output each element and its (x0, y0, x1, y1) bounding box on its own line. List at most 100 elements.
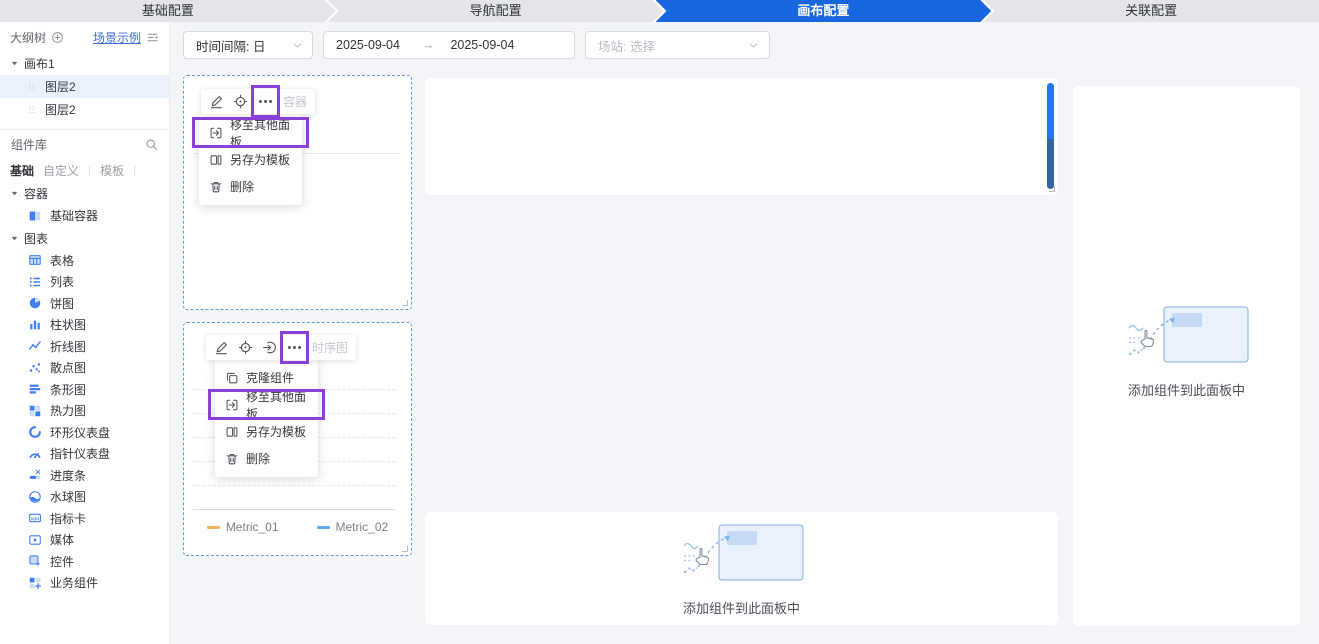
menu-item-label: 删除 (230, 178, 254, 195)
library-item-control[interactable]: 控件 (0, 551, 169, 573)
context-menu: 克隆组件移至其他面板另存为模板删除 (215, 359, 318, 477)
menu-item-label: 另存为模板 (246, 423, 306, 440)
scrollbar-track[interactable] (1047, 139, 1054, 189)
step-label: 导航配置 (470, 3, 522, 18)
scatter-icon (28, 361, 42, 375)
drag-handle-icon[interactable] (26, 81, 37, 92)
library-item-pie[interactable]: 饼图 (0, 293, 169, 315)
legend-dash-icon (317, 526, 330, 529)
caret-down-icon (10, 189, 19, 198)
heatmap-icon (28, 404, 42, 418)
library-item-pointer-gauge[interactable]: 指针仪表盘 (0, 443, 169, 465)
library-item-heatmap[interactable]: 热力图 (0, 400, 169, 422)
library-item-label: 条形图 (50, 381, 86, 398)
panel-container-component[interactable]: 容器 移至其他面板另存为模板删除 (183, 75, 412, 310)
library-item-line[interactable]: 折线图 (0, 336, 169, 358)
menu-item-save-template[interactable]: 另存为模板 (215, 418, 318, 445)
add-component-illustration (677, 522, 807, 589)
clone-icon (225, 371, 239, 385)
library-item-bar[interactable]: 柱状图 (0, 314, 169, 336)
panel-timeseries-component[interactable]: Metric_01Metric_02 时序图 克隆组件移至其他面板另存为模板删除 (183, 322, 412, 556)
library-item-label: 媒体 (50, 531, 74, 548)
liquid-icon (28, 490, 42, 504)
step-canvas-config[interactable]: 画布配置 (656, 0, 992, 22)
date-range-picker[interactable]: 2025-09-04 → 2025-09-04 (323, 31, 575, 59)
library-item-liquid[interactable]: 水球图 (0, 486, 169, 508)
library-item-progress[interactable]: 进度条 (0, 465, 169, 487)
locate-icon[interactable] (238, 340, 253, 355)
resize-handle[interactable] (402, 546, 408, 552)
outline-tree: 画布1图层2图层2 (0, 52, 169, 121)
outline-layer-item[interactable]: 图层2 (0, 98, 169, 121)
station-select[interactable]: 场站: 选择 (585, 31, 770, 59)
step-basic-config[interactable]: 基础配置 (0, 0, 336, 22)
more-icon[interactable] (257, 93, 274, 110)
pie-icon (28, 296, 42, 310)
library-item-media[interactable]: 媒体 (0, 529, 169, 551)
library-item-label: 柱状图 (50, 316, 86, 333)
library-item-business[interactable]: 业务组件 (0, 572, 169, 594)
step-label: 画布配置 (797, 3, 849, 18)
drag-handle-icon[interactable] (26, 104, 37, 115)
tab-basic[interactable]: 基础 (10, 162, 34, 179)
chart-legend: Metric_01 Metric_02 (184, 520, 411, 534)
menu-item-delete[interactable]: 删除 (199, 173, 302, 200)
resize-handle[interactable] (402, 300, 408, 306)
locate-icon[interactable] (233, 94, 248, 109)
edit-icon[interactable] (209, 94, 224, 109)
delete-icon (209, 180, 223, 194)
library-item-label: 环形仪表盘 (50, 424, 110, 441)
edit-icon[interactable] (214, 340, 229, 355)
library-item-label: 散点图 (50, 359, 86, 376)
empty-state-text: 添加组件到此面板中 (683, 598, 800, 617)
interval-select[interactable]: 时间间隔: 日 (183, 31, 313, 59)
library-item-ring-gauge[interactable]: 环形仪表盘 (0, 422, 169, 444)
scrollbar-thumb[interactable] (1047, 83, 1054, 139)
library-item-table[interactable]: 表格 (0, 250, 169, 272)
tab-separator: | (133, 163, 136, 177)
library-item-kpi[interactable]: KPI指标卡 (0, 508, 169, 530)
empty-state-text: 添加组件到此面板中 (1128, 380, 1245, 399)
search-icon[interactable] (145, 138, 158, 151)
collapse-panel-icon[interactable] (146, 31, 159, 44)
date-arrow-icon: → (422, 38, 435, 52)
layer-label: 图层2 (45, 101, 76, 118)
resize-handle[interactable] (1049, 186, 1055, 192)
panel-bottom-empty[interactable]: 添加组件到此面板中 (425, 512, 1058, 625)
panel-top[interactable] (425, 78, 1058, 195)
step-relation-config[interactable]: 关联配置 (983, 0, 1319, 22)
scene-example-link[interactable]: 场景示例 (93, 29, 141, 46)
library-item-scatter[interactable]: 散点图 (0, 357, 169, 379)
menu-item-move-panel[interactable]: 移至其他面板 (199, 119, 302, 146)
interval-value: 时间间隔: 日 (196, 36, 265, 55)
legend-item-metric_01[interactable]: Metric_01 (207, 520, 279, 534)
library-item-container-basic[interactable]: 基础容器 (0, 205, 169, 227)
library-group-chart[interactable]: 图表 (0, 227, 169, 250)
tab-template[interactable]: 模板 (100, 162, 124, 179)
legend-dash-icon (207, 526, 220, 529)
tab-custom[interactable]: 自定义 (43, 162, 79, 179)
context-menu: 移至其他面板另存为模板删除 (199, 114, 302, 205)
menu-item-save-template[interactable]: 另存为模板 (199, 146, 302, 173)
drill-enter-icon[interactable] (262, 340, 277, 355)
empty-state: 添加组件到此面板中 (1073, 304, 1300, 399)
legend-item-metric_02[interactable]: Metric_02 (317, 520, 389, 534)
menu-item-move-panel[interactable]: 移至其他面板 (215, 391, 318, 418)
outline-root-canvas[interactable]: 画布1 (0, 52, 169, 75)
library-item-hbar[interactable]: 条形图 (0, 379, 169, 401)
group-label: 容器 (24, 185, 48, 202)
list-icon (28, 275, 42, 289)
library-item-list[interactable]: 列表 (0, 271, 169, 293)
more-icon[interactable] (286, 339, 303, 356)
empty-state: 添加组件到此面板中 (425, 522, 1058, 617)
menu-item-delete[interactable]: 删除 (215, 445, 318, 472)
scrollbar[interactable] (1047, 83, 1054, 189)
library-item-label: 业务组件 (50, 574, 98, 591)
step-nav-config[interactable]: 导航配置 (328, 0, 664, 22)
library-item-label: 折线图 (50, 338, 86, 355)
add-canvas-icon[interactable] (51, 31, 64, 44)
panel-right-empty[interactable]: 添加组件到此面板中 (1073, 86, 1300, 626)
library-group-container[interactable]: 容器 (0, 182, 169, 205)
step-label: 关联配置 (1125, 3, 1177, 18)
outline-layer-item[interactable]: 图层2 (0, 75, 169, 98)
